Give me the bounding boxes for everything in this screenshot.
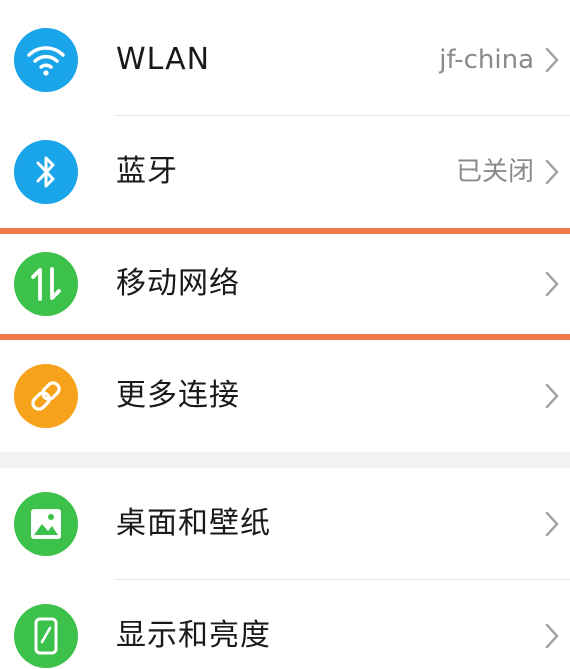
settings-item-bluetooth[interactable]: 蓝牙 已关闭 bbox=[0, 116, 570, 228]
settings-item-label: 更多连接 bbox=[116, 378, 240, 413]
chevron-right-icon bbox=[545, 511, 559, 537]
chevron-right-icon bbox=[545, 271, 559, 297]
settings-item-label: 移动网络 bbox=[116, 266, 240, 301]
settings-group-connectivity: WLAN jf-china 蓝牙 已关闭 移动网络 更多连接 bbox=[0, 0, 570, 452]
image-icon bbox=[14, 492, 78, 556]
settings-item-desktop-wallpaper[interactable]: 桌面和壁纸 bbox=[0, 468, 570, 580]
settings-item-label: WLAN bbox=[116, 42, 211, 77]
settings-item-wlan[interactable]: WLAN jf-china bbox=[0, 4, 570, 116]
settings-group-display: 桌面和壁纸 显示和亮度 bbox=[0, 468, 570, 669]
chevron-right-icon bbox=[545, 383, 559, 409]
bluetooth-icon bbox=[14, 140, 78, 204]
settings-item-value: jf-china bbox=[439, 45, 534, 75]
settings-item-label: 蓝牙 bbox=[116, 154, 178, 189]
settings-item-more-connections[interactable]: 更多连接 bbox=[0, 340, 570, 452]
chevron-right-icon bbox=[545, 623, 559, 649]
chevron-right-icon bbox=[545, 47, 559, 73]
chevron-right-icon bbox=[545, 159, 559, 185]
settings-item-display-brightness[interactable]: 显示和亮度 bbox=[0, 580, 570, 669]
phone-display-icon bbox=[14, 604, 78, 668]
settings-item-value: 已关闭 bbox=[455, 157, 534, 187]
settings-screen: WLAN jf-china 蓝牙 已关闭 移动网络 更多连接 桌面和壁纸 显示和… bbox=[0, 0, 570, 669]
settings-item-mobile-network[interactable]: 移动网络 bbox=[0, 228, 570, 340]
settings-item-label: 桌面和壁纸 bbox=[116, 506, 271, 541]
mobile-data-icon bbox=[14, 252, 78, 316]
wifi-icon bbox=[14, 28, 78, 92]
settings-item-label: 显示和亮度 bbox=[116, 618, 271, 653]
link-icon bbox=[14, 364, 78, 428]
